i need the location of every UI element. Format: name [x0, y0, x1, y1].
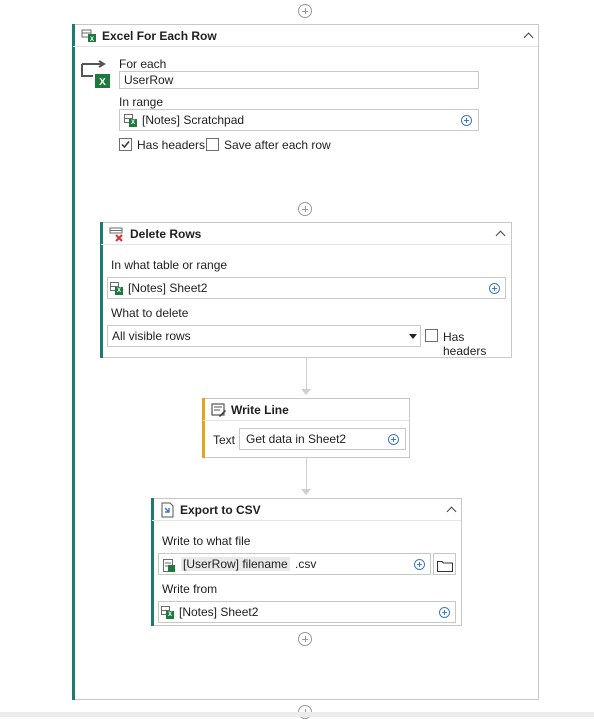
- has-headers-label: Has headers: [137, 138, 206, 152]
- add-step-top-button[interactable]: [298, 4, 312, 18]
- delete-rows-icon: [109, 226, 125, 242]
- what-to-delete-dropdown[interactable]: All visible rows: [107, 325, 421, 347]
- add-file-plus-icon[interactable]: [414, 559, 425, 570]
- delete-has-headers-checkbox[interactable]: [425, 329, 438, 342]
- delete-has-headers-label: Has headers: [443, 330, 487, 358]
- block-header[interactable]: Write Line: [203, 399, 409, 421]
- export-csv-icon: [160, 502, 176, 518]
- text-label: Text: [213, 433, 236, 447]
- horizontal-scrollbar[interactable]: [0, 712, 594, 717]
- collapse-chevron-icon[interactable]: [495, 230, 506, 241]
- file-suffix: .csv: [295, 557, 317, 571]
- excel-loop-icon: X: [81, 29, 97, 43]
- add-step-after-export-button[interactable]: [298, 632, 312, 646]
- table-range-label: In what table or range: [111, 258, 228, 272]
- flow-connector: [306, 458, 307, 490]
- in-range-value: [Notes] Scratchpad: [142, 113, 245, 127]
- write-from-label: Write from: [162, 582, 218, 596]
- dropdown-arrow-icon: [409, 334, 417, 339]
- block-header[interactable]: Export to CSV: [152, 499, 461, 521]
- add-text-plus-icon[interactable]: [388, 434, 399, 445]
- text-field[interactable]: Get data in Sheet2: [239, 428, 406, 450]
- save-after-each-row-checkbox[interactable]: [206, 138, 219, 151]
- for-each-icon: X: [79, 60, 113, 90]
- add-range-plus-icon[interactable]: [461, 115, 472, 126]
- browse-folder-button[interactable]: [433, 553, 456, 575]
- collapse-chevron-icon[interactable]: [523, 32, 534, 43]
- block-title: Export to CSV: [180, 503, 261, 517]
- excel-table-icon: X: [161, 606, 174, 619]
- export-to-csv-block: Export to CSV Write to what file [UserRo…: [151, 498, 462, 626]
- block-title: Excel For Each Row: [102, 29, 217, 43]
- add-step-in-loop-button[interactable]: [298, 202, 312, 216]
- block-header[interactable]: X Excel For Each Row: [73, 25, 538, 47]
- for-each-variable-input[interactable]: UserRow: [119, 71, 479, 89]
- svg-text:X: X: [90, 37, 94, 43]
- save-after-each-row-label: Save after each row: [224, 138, 331, 152]
- add-table-plus-icon[interactable]: [489, 283, 500, 294]
- file-variable-icon: [163, 558, 176, 572]
- block-title: Write Line: [231, 403, 289, 417]
- write-from-value: [Notes] Sheet2: [179, 605, 259, 619]
- for-each-label: For each: [119, 57, 167, 71]
- write-from-field[interactable]: X [Notes] Sheet2: [158, 601, 456, 623]
- flow-connector: [306, 358, 307, 390]
- block-title: Delete Rows: [130, 227, 202, 241]
- flow-arrow-icon: [301, 489, 311, 495]
- excel-table-icon: X: [124, 114, 137, 127]
- svg-text:X: X: [99, 77, 106, 88]
- table-range-value: [Notes] Sheet2: [128, 281, 208, 295]
- delete-rows-block: Delete Rows In what table or range X [No…: [100, 222, 512, 358]
- excel-table-icon: X: [110, 282, 123, 295]
- block-accent-bar: [72, 24, 75, 700]
- what-to-delete-label: What to delete: [111, 306, 189, 320]
- write-to-file-field[interactable]: [UserRow] filename .csv: [158, 553, 431, 575]
- add-source-plus-icon[interactable]: [439, 607, 450, 618]
- what-to-delete-value: All visible rows: [112, 329, 191, 343]
- in-range-field[interactable]: X [Notes] Scratchpad: [119, 109, 479, 131]
- write-line-block: Write Line Text Get data in Sheet2: [202, 398, 410, 458]
- block-header[interactable]: Delete Rows: [101, 223, 511, 245]
- file-variable-value: [UserRow] filename: [183, 557, 288, 571]
- table-range-field[interactable]: X [Notes] Sheet2: [107, 277, 506, 299]
- write-line-icon: [211, 402, 227, 418]
- folder-icon: [437, 558, 453, 572]
- has-headers-checkbox[interactable]: [119, 138, 132, 151]
- flow-arrow-icon: [301, 389, 311, 395]
- text-value: Get data in Sheet2: [246, 432, 347, 446]
- in-range-label: In range: [119, 95, 164, 109]
- write-to-file-label: Write to what file: [162, 534, 251, 548]
- file-variable-token: [UserRow] filename: [181, 557, 290, 571]
- collapse-chevron-icon[interactable]: [446, 506, 457, 517]
